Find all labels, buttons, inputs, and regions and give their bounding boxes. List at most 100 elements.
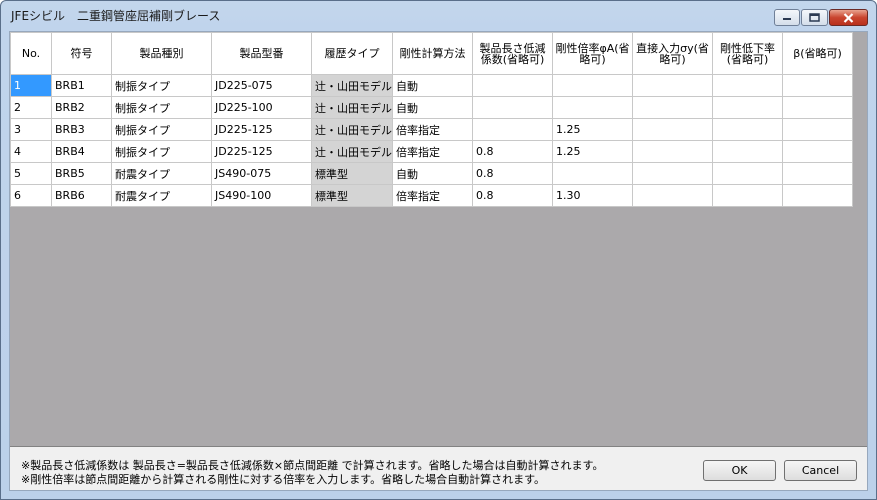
col-sigma-y-header[interactable]: 直接入力σy(省略可): [632, 32, 713, 75]
col-no-cell[interactable]: 5: [10, 162, 52, 185]
col-no-cell[interactable]: 1: [10, 74, 52, 97]
dialog-client: No. 符号 製品種別 製品型番 履歴タイプ 剛性計算方法 製品長さ低減係数(省略可) 剛性倍…: [9, 31, 868, 491]
col-phi-a-cell[interactable]: [552, 74, 633, 97]
col-length-factor-cell[interactable]: [472, 118, 553, 141]
col-model-cell[interactable]: JD225-125: [211, 140, 312, 163]
col-beta-cell[interactable]: [782, 96, 853, 119]
col-code-cell[interactable]: BRB4: [51, 140, 112, 163]
col-sigma-y-cell[interactable]: [632, 140, 713, 163]
col-hysteresis-cell[interactable]: 辻・山田モデル: [311, 74, 393, 97]
col-model-cell[interactable]: JD225-075: [211, 74, 312, 97]
col-hysteresis-cell[interactable]: 標準型: [311, 184, 393, 207]
maximize-button[interactable]: [801, 9, 828, 26]
col-length-factor-cell[interactable]: 0.8: [472, 140, 553, 163]
window-title: JFEシビル 二重鋼管座屈補剛ブレース: [11, 9, 221, 23]
table-row[interactable]: 4 BRB4 制振タイプ JD225-125 辻・山田モデル 倍率指定 0.8 1.25: [10, 140, 853, 163]
col-no-cell[interactable]: 3: [10, 118, 52, 141]
col-hysteresis-header[interactable]: 履歴タイプ: [311, 32, 393, 75]
col-code-header[interactable]: 符号: [51, 32, 112, 75]
minimize-button[interactable]: [774, 9, 800, 26]
footer-notes: ※製品長さ低減係数は 製品長さ=製品長さ低減係数×節点間距離 で計算されます。省…: [21, 459, 603, 487]
cancel-button[interactable]: Cancel: [784, 460, 857, 481]
col-sigma-y-cell[interactable]: [632, 96, 713, 119]
table-header-row: No. 符号 製品種別 製品型番 履歴タイプ 剛性計算方法 製品長さ低減係数(省略可) 剛性倍…: [10, 32, 853, 75]
col-sigma-y-cell[interactable]: [632, 118, 713, 141]
col-reduction-cell[interactable]: [712, 118, 783, 141]
col-hysteresis-cell[interactable]: 辻・山田モデル: [311, 118, 393, 141]
table-row[interactable]: 5 BRB5 耐震タイプ JS490-075 標準型 自動 0.8: [10, 162, 853, 185]
col-no-cell[interactable]: 4: [10, 140, 52, 163]
col-reduction-cell[interactable]: [712, 162, 783, 185]
col-beta-cell[interactable]: [782, 140, 853, 163]
col-method-cell[interactable]: 倍率指定: [392, 184, 473, 207]
minimize-icon: [783, 17, 791, 20]
ok-button[interactable]: OK: [703, 460, 776, 481]
col-method-cell[interactable]: 倍率指定: [392, 140, 473, 163]
col-beta-cell[interactable]: [782, 118, 853, 141]
col-sigma-y-cell[interactable]: [632, 74, 713, 97]
col-hysteresis-cell[interactable]: 標準型: [311, 162, 393, 185]
col-beta-cell[interactable]: [782, 162, 853, 185]
col-reduction-cell[interactable]: [712, 184, 783, 207]
col-reduction-cell[interactable]: [712, 140, 783, 163]
col-method-cell[interactable]: 倍率指定: [392, 118, 473, 141]
col-method-cell[interactable]: 自動: [392, 74, 473, 97]
col-reduction-cell[interactable]: [712, 96, 783, 119]
maximize-icon: [809, 13, 820, 22]
col-reduction-header[interactable]: 剛性低下率(省略可): [712, 32, 783, 75]
col-model-cell[interactable]: JS490-075: [211, 162, 312, 185]
col-code-cell[interactable]: BRB2: [51, 96, 112, 119]
title-bar[interactable]: JFEシビル 二重鋼管座屈補剛ブレース: [1, 1, 876, 29]
col-phi-a-cell[interactable]: [552, 162, 633, 185]
close-button[interactable]: [829, 9, 868, 26]
col-code-cell[interactable]: BRB6: [51, 184, 112, 207]
note-length-factor: ※製品長さ低減係数は 製品長さ=製品長さ低減係数×節点間距離 で計算されます。省…: [21, 459, 604, 472]
col-reduction-cell[interactable]: [712, 74, 783, 97]
col-kind-cell[interactable]: 制振タイプ: [111, 140, 212, 163]
col-hysteresis-cell[interactable]: 辻・山田モデル: [311, 140, 393, 163]
dialog-window: JFEシビル 二重鋼管座屈補剛ブレース No. 符号 製品種別 製品型番 履歴タイプ 剛性…: [0, 0, 877, 500]
col-kind-cell[interactable]: 耐震タイプ: [111, 162, 212, 185]
col-length-factor-cell[interactable]: 0.8: [472, 162, 553, 185]
table-row[interactable]: 6 BRB6 耐震タイプ JS490-100 標準型 倍率指定 0.8 1.30: [10, 184, 853, 207]
col-sigma-y-cell[interactable]: [632, 184, 713, 207]
col-method-header[interactable]: 剛性計算方法: [392, 32, 473, 75]
brace-table: No. 符号 製品種別 製品型番 履歴タイプ 剛性計算方法 製品長さ低減係数(省略可) 剛性倍…: [10, 32, 853, 207]
table-row[interactable]: 1 BRB1 制振タイプ JD225-075 辻・山田モデル 自動: [10, 74, 853, 97]
col-hysteresis-cell[interactable]: 辻・山田モデル: [311, 96, 393, 119]
brace-grid[interactable]: No. 符号 製品種別 製品型番 履歴タイプ 剛性計算方法 製品長さ低減係数(省略可) 剛性倍…: [10, 32, 867, 447]
col-length-factor-cell[interactable]: [472, 96, 553, 119]
col-kind-cell[interactable]: 耐震タイプ: [111, 184, 212, 207]
col-sigma-y-cell[interactable]: [632, 162, 713, 185]
col-phi-a-cell[interactable]: 1.25: [552, 118, 633, 141]
col-phi-a-header[interactable]: 剛性倍率φA(省略可): [552, 32, 633, 75]
close-icon: [843, 12, 854, 23]
col-phi-a-cell[interactable]: 1.25: [552, 140, 633, 163]
col-length-factor-cell[interactable]: 0.8: [472, 184, 553, 207]
col-length-factor-cell[interactable]: [472, 74, 553, 97]
table-row[interactable]: 2 BRB2 制振タイプ JD225-100 辻・山田モデル 自動: [10, 96, 853, 119]
col-kind-cell[interactable]: 制振タイプ: [111, 96, 212, 119]
col-kind-cell[interactable]: 制振タイプ: [111, 118, 212, 141]
col-no-cell[interactable]: 2: [10, 96, 52, 119]
col-method-cell[interactable]: 自動: [392, 96, 473, 119]
col-method-cell[interactable]: 自動: [392, 162, 473, 185]
col-model-header[interactable]: 製品型番: [211, 32, 312, 75]
col-kind-header[interactable]: 製品種別: [111, 32, 212, 75]
col-phi-a-cell[interactable]: 1.30: [552, 184, 633, 207]
col-code-cell[interactable]: BRB5: [51, 162, 112, 185]
col-code-cell[interactable]: BRB3: [51, 118, 112, 141]
col-length-factor-header[interactable]: 製品長さ低減係数(省略可): [472, 32, 553, 75]
col-no-header[interactable]: No.: [10, 32, 52, 75]
col-beta-cell[interactable]: [782, 184, 853, 207]
col-phi-a-cell[interactable]: [552, 96, 633, 119]
col-model-cell[interactable]: JS490-100: [211, 184, 312, 207]
col-no-cell[interactable]: 6: [10, 184, 52, 207]
col-beta-cell[interactable]: [782, 74, 853, 97]
col-beta-header[interactable]: β(省略可): [782, 32, 853, 75]
col-kind-cell[interactable]: 制振タイプ: [111, 74, 212, 97]
col-code-cell[interactable]: BRB1: [51, 74, 112, 97]
col-model-cell[interactable]: JD225-100: [211, 96, 312, 119]
table-row[interactable]: 3 BRB3 制振タイプ JD225-125 辻・山田モデル 倍率指定 1.25: [10, 118, 853, 141]
col-model-cell[interactable]: JD225-125: [211, 118, 312, 141]
